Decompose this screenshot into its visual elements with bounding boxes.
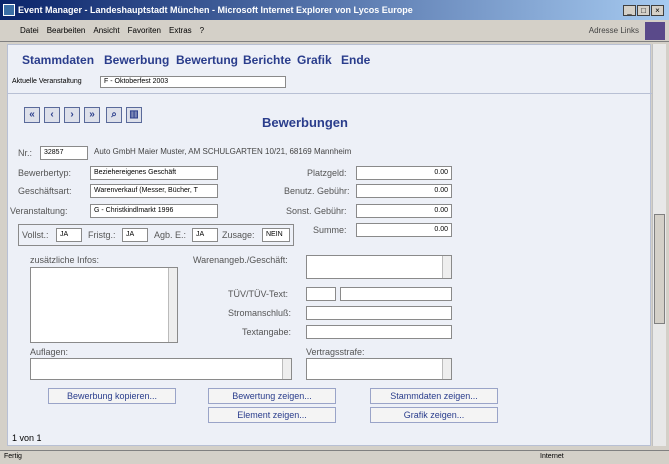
vertical-scrollbar[interactable]: [652, 44, 666, 446]
menu-ansicht[interactable]: Ansicht: [93, 26, 119, 35]
platzgeld-label: Platzgeld:: [307, 168, 347, 178]
nav-berichte[interactable]: Berichte: [243, 53, 291, 67]
text-label: Textangabe:: [242, 327, 292, 337]
scrollbar-thumb[interactable]: [654, 214, 665, 324]
nr-label: Nr.:: [18, 148, 33, 158]
summe-field[interactable]: 0.00: [356, 223, 452, 237]
status-text: Fertig: [4, 453, 22, 460]
close-button[interactable]: ×: [651, 5, 664, 16]
auflagen-textarea[interactable]: [30, 358, 292, 380]
vollst-label: Vollst.:: [22, 230, 49, 240]
tuev-label: TÜV/TÜV-Text:: [228, 289, 289, 299]
toolbar-right[interactable]: Adresse Links: [589, 26, 639, 35]
vertrag-textarea[interactable]: [306, 358, 452, 380]
platzgeld-field[interactable]: 0.00: [356, 166, 452, 180]
warenangeb-label: Warenangeb./Geschäft:: [193, 255, 288, 265]
nav-stammdaten[interactable]: Stammdaten: [22, 53, 94, 67]
menu-bearbeiten[interactable]: Bearbeiten: [47, 26, 86, 35]
sonst-label: Sonst. Gebühr:: [286, 206, 347, 216]
next-record-button[interactable]: ›: [64, 107, 80, 123]
menu-bar: Datei Bearbeiten Ansicht Favoriten Extras?: [0, 20, 669, 42]
geschaeftsart-label: Geschäftsart:: [18, 186, 72, 196]
veranstaltung-label: Veranstaltung:: [10, 206, 68, 216]
tuev-code-field[interactable]: [306, 287, 336, 301]
sonst-field[interactable]: 0.00: [356, 204, 452, 218]
current-event-label: Aktuelle Veranstaltung: [12, 78, 82, 85]
bewerbung-kopieren-button[interactable]: Bewerbung kopieren...: [48, 388, 176, 404]
minimize-button[interactable]: _: [623, 5, 636, 16]
windows-logo-icon: [645, 22, 665, 40]
page-title: Bewerbungen: [262, 115, 348, 130]
maximize-button[interactable]: □: [637, 5, 650, 16]
bewerbertyp-label: Bewerbertyp:: [18, 168, 72, 178]
prev-record-button[interactable]: ‹: [44, 107, 60, 123]
nr-field[interactable]: 32857: [40, 146, 88, 160]
strom-field[interactable]: [306, 306, 452, 320]
nav-bewerbung[interactable]: Bewerbung: [104, 53, 169, 67]
zusage-field[interactable]: NEIN: [262, 228, 290, 242]
list-icon[interactable]: ▥: [126, 107, 142, 123]
strom-label: Stromanschluß:: [228, 308, 292, 318]
geschaeftsart-field[interactable]: Warenverkauf (Messer, Bücher, T: [90, 184, 218, 198]
nav-grafik[interactable]: Grafik: [297, 53, 332, 67]
page-content: Stammdaten Bewerbung Bewertung Berichte …: [7, 44, 652, 446]
menu-help[interactable]: ?: [200, 26, 204, 35]
benutz-label: Benutz. Gebühr:: [284, 186, 350, 196]
infos-textarea[interactable]: [30, 267, 178, 343]
text-field[interactable]: [306, 325, 452, 339]
status-bar: Fertig Internet: [0, 450, 669, 464]
last-record-button[interactable]: »: [84, 107, 100, 123]
search-icon[interactable]: ⌕: [106, 107, 122, 123]
nav-ende[interactable]: Ende: [341, 53, 370, 67]
menu-favoriten[interactable]: Favoriten: [128, 26, 161, 35]
auflagen-label: Auflagen:: [30, 347, 69, 357]
current-event-select[interactable]: F - Oktoberfest 2003: [100, 76, 286, 88]
bewerbertyp-field[interactable]: Beziehereigenes Geschäft: [90, 166, 218, 180]
vollst-field[interactable]: JA: [56, 228, 82, 242]
nav-bewertung[interactable]: Bewertung: [176, 53, 238, 67]
zusage-label: Zusage:: [222, 230, 255, 240]
agb-field[interactable]: JA: [192, 228, 218, 242]
stammdaten-zeigen-button[interactable]: Stammdaten zeigen...: [370, 388, 498, 404]
first-record-button[interactable]: «: [24, 107, 40, 123]
veranstaltung-field[interactable]: G - Christkindlmarkt 1996: [90, 204, 218, 218]
vertrag-label: Vertragsstrafe:: [306, 347, 365, 357]
agb-label: Agb. E.:: [154, 230, 187, 240]
grafik-zeigen-button[interactable]: Grafik zeigen...: [370, 407, 498, 423]
menu-extras[interactable]: Extras: [169, 26, 192, 35]
warenangeb-textarea[interactable]: [306, 255, 452, 279]
summe-label: Summe:: [313, 225, 347, 235]
benutz-field[interactable]: 0.00: [356, 184, 452, 198]
title-bar: Event Manager - Landeshauptstadt München…: [0, 0, 669, 20]
record-counter: 1 von 1: [12, 433, 42, 443]
window-title: Event Manager - Landeshauptstadt München…: [18, 5, 413, 15]
ie-icon: [3, 4, 15, 16]
applicant-text: Auto GmbH Maier Muster, AM SCHULGARTEN 1…: [94, 147, 352, 156]
menu-datei[interactable]: Datei: [20, 26, 39, 35]
tuev-text-field[interactable]: [340, 287, 452, 301]
fristg-label: Fristg.:: [88, 230, 116, 240]
zone-text: Internet: [540, 453, 564, 460]
fristg-field[interactable]: JA: [122, 228, 148, 242]
bewertung-zeigen-button[interactable]: Bewertung zeigen...: [208, 388, 336, 404]
element-zeigen-button[interactable]: Element zeigen...: [208, 407, 336, 423]
infos-label: zusätzliche Infos:: [30, 255, 100, 265]
